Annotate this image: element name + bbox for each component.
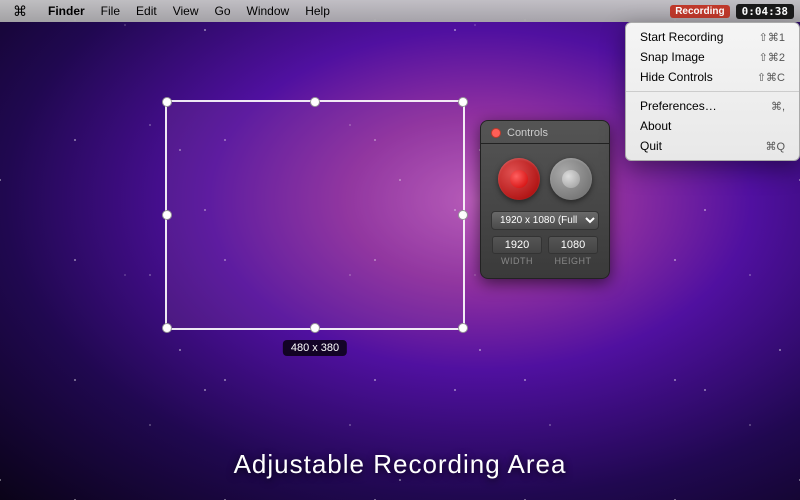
width-label: WIDTH [501,256,533,266]
menu-about[interactable]: About [626,116,799,136]
height-label: HEIGHT [554,256,591,266]
handle-top-left[interactable] [162,97,172,107]
close-button[interactable] [491,128,501,138]
controls-buttons [481,144,609,210]
height-input[interactable] [548,236,598,254]
snap-button[interactable] [550,158,592,200]
menu-help[interactable]: Help [297,0,338,22]
menu-start-recording[interactable]: Start Recording ⇧⌘1 [626,27,799,47]
handle-bottom-left[interactable] [162,323,172,333]
dimension-row: WIDTH HEIGHT [481,236,609,266]
recording-badge: Recording [670,5,729,18]
resolution-select[interactable]: 1920 x 1080 (Full HD) [491,211,599,230]
controls-title: Controls [507,127,548,139]
handle-bottom-middle[interactable] [310,323,320,333]
size-label: 480 x 380 [283,340,347,356]
menu-separator-1 [626,91,799,92]
handle-middle-right[interactable] [458,210,468,220]
time-display: 0:04:38 [736,4,794,19]
desktop: ⌘ Finder File Edit View Go Window Help R… [0,0,800,500]
apple-menu[interactable]: ⌘ [0,3,40,20]
record-icon [510,170,528,188]
record-button[interactable] [498,158,540,200]
menu-edit[interactable]: Edit [128,0,165,22]
recording-area[interactable]: 480 x 380 [165,100,465,330]
menu-hide-controls[interactable]: Hide Controls ⇧⌘C [626,67,799,87]
snap-icon [562,170,580,188]
menu-snap-image[interactable]: Snap Image ⇧⌘2 [626,47,799,67]
width-box: WIDTH [492,236,542,266]
handle-top-right[interactable] [458,97,468,107]
width-input[interactable] [492,236,542,254]
menu-go[interactable]: Go [207,0,239,22]
menu-quit[interactable]: Quit ⌘Q [626,136,799,156]
menu-view[interactable]: View [165,0,207,22]
menu-file[interactable]: File [93,0,128,22]
menubar: ⌘ Finder File Edit View Go Window Help R… [0,0,800,22]
handle-bottom-right[interactable] [458,323,468,333]
menu-finder[interactable]: Finder [40,0,93,22]
height-box: HEIGHT [548,236,598,266]
dropdown-menu: Start Recording ⇧⌘1 Snap Image ⇧⌘2 Hide … [625,22,800,161]
menu-window[interactable]: Window [239,0,298,22]
menu-preferences[interactable]: Preferences… ⌘, [626,96,799,116]
handle-middle-left[interactable] [162,210,172,220]
controls-panel: Controls 1920 x 1080 (Full HD) WIDTH HEI… [480,120,610,279]
menubar-right: Recording 0:04:38 [670,4,800,19]
controls-header: Controls [481,121,609,144]
handle-top-middle[interactable] [310,97,320,107]
bottom-text: Adjustable Recording Area [0,449,800,480]
